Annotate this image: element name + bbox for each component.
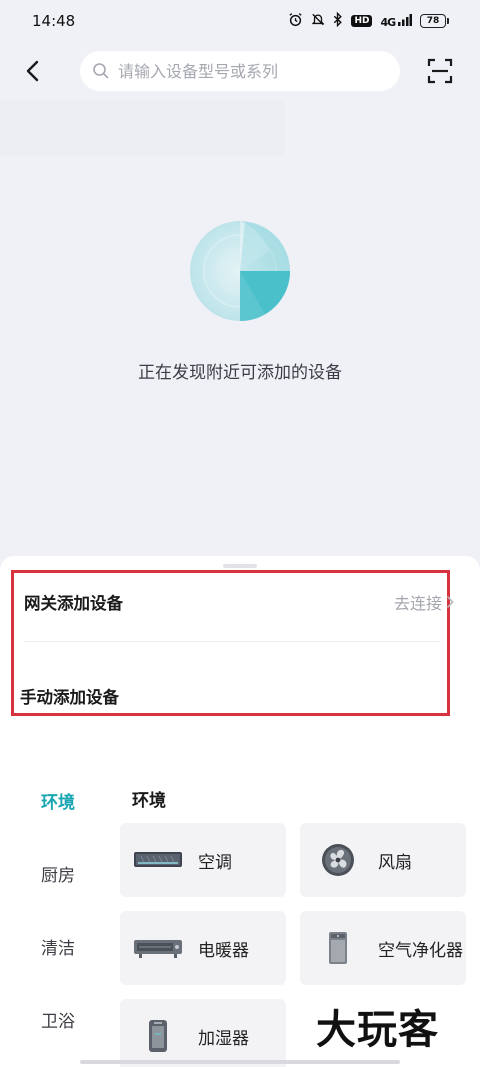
add-device-sheet: 网关添加设备 去连接 手动添加设备 环境 厨房 清洁 卫浴 环境 空调 风扇 电… <box>0 556 480 1067</box>
mute-bell-icon <box>311 12 325 31</box>
gateway-connect-label: 去连接 <box>393 594 442 613</box>
section-title: 环境 <box>132 791 166 811</box>
bluetooth-icon <box>333 11 343 31</box>
chevron-right-icon <box>446 595 454 609</box>
scan-button[interactable] <box>424 56 456 86</box>
air-conditioner-icon <box>132 840 184 880</box>
device-label: 加湿器 <box>198 1028 249 1049</box>
back-button[interactable] <box>18 56 48 86</box>
fan-icon <box>312 840 364 880</box>
status-icons: HD 4G 78 <box>288 11 449 31</box>
battery-icon: 78 <box>420 14 449 28</box>
discovery-status-text: 正在发现附近可添加的设备 <box>138 363 342 383</box>
banner-placeholder <box>0 100 285 156</box>
category-environment[interactable]: 环境 <box>41 788 75 813</box>
watermark-logo: 大玩客 <box>316 1006 439 1053</box>
sheet-drag-handle[interactable] <box>223 564 257 568</box>
alarm-icon <box>288 12 303 31</box>
device-label: 空调 <box>198 852 232 873</box>
device-tile-heater[interactable]: 电暖器 <box>120 911 286 985</box>
network-type: 4G <box>380 15 396 29</box>
radar-scan-icon <box>189 220 291 322</box>
gateway-add-device-row[interactable]: 网关添加设备 去连接 <box>24 586 454 618</box>
status-bar: 14:48 HD 4G 78 <box>0 0 480 42</box>
battery-level: 78 <box>426 16 440 26</box>
search-icon <box>93 63 109 79</box>
device-label: 风扇 <box>378 852 412 873</box>
humidifier-icon <box>132 1016 184 1056</box>
manual-add-device-title: 手动添加设备 <box>20 688 119 707</box>
device-label: 电暖器 <box>198 940 249 961</box>
search-input[interactable] <box>118 61 388 81</box>
search-bar[interactable] <box>80 51 400 91</box>
status-time: 14:48 <box>32 12 76 30</box>
gateway-connect-action[interactable]: 去连接 <box>394 590 454 614</box>
home-indicator[interactable] <box>80 1060 400 1064</box>
category-bathroom[interactable]: 卫浴 <box>41 1007 75 1032</box>
scan-icon <box>427 58 453 84</box>
manual-add-device-row[interactable]: 手动添加设备 <box>20 680 320 712</box>
category-kitchen[interactable]: 厨房 <box>41 861 75 886</box>
category-cleaning[interactable]: 清洁 <box>41 934 75 959</box>
heater-icon <box>132 928 184 968</box>
device-label: 空气净化器 <box>378 940 463 961</box>
device-tile-fan[interactable]: 风扇 <box>300 823 466 897</box>
gateway-add-device-title: 网关添加设备 <box>24 594 123 613</box>
device-tile-humidifier[interactable]: 加湿器 <box>120 999 286 1067</box>
hd-badge: HD <box>351 15 373 27</box>
signal-icon: 4G <box>380 13 412 29</box>
top-bar <box>0 48 480 94</box>
air-purifier-icon <box>312 928 364 968</box>
device-tile-air-conditioner[interactable]: 空调 <box>120 823 286 897</box>
device-tile-air-purifier[interactable]: 空气净化器 <box>300 911 466 985</box>
divider <box>24 641 440 642</box>
chevron-left-icon <box>26 60 39 82</box>
